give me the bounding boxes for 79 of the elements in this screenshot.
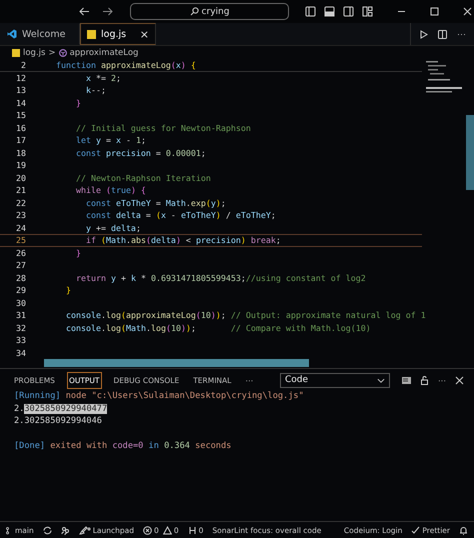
line-number: 32	[15, 322, 27, 333]
output-line: [Done] exited with code=0 in 0.364 seconds	[14, 441, 232, 451]
notifications-icon[interactable]	[459, 526, 468, 534]
output-channel-dropdown[interactable]: Code	[280, 372, 390, 388]
breadcrumb-separator: >	[48, 48, 56, 58]
close-icon[interactable]	[461, 5, 474, 18]
code-line: return y + k * 0.6931471805599453;//using constant of log2	[74, 272, 366, 283]
line-number: 33	[15, 335, 27, 346]
editor-tab[interactable]: log.js ×	[80, 23, 156, 45]
code-line: // Initial guess for Newton-Raphson	[74, 122, 251, 133]
line-number: 12	[15, 72, 27, 83]
code-line: let y = x - 1;	[74, 135, 146, 146]
line-number: 30	[15, 298, 27, 308]
search-field[interactable]: crying	[130, 3, 289, 20]
close-tab-button[interactable]: ×	[140, 28, 149, 40]
code-line: }	[74, 98, 81, 108]
breadcrumb-symbol[interactable]: approximateLog	[70, 48, 138, 58]
horizontal-scrollbar[interactable]	[44, 359, 309, 367]
line-number: 28	[15, 272, 27, 283]
more-actions-button[interactable]: ···	[455, 27, 468, 41]
line-number: 18	[15, 148, 27, 158]
line-number: 14	[15, 98, 27, 108]
line-number: 2	[20, 60, 27, 70]
js-file-icon	[12, 48, 20, 56]
line-number: 24	[15, 222, 27, 233]
code-line: // Newton-Raphson Iteration	[74, 172, 211, 183]
code-line: }	[74, 248, 81, 258]
code-line: if (Math.abs(delta) < precision) break;	[84, 235, 281, 246]
code-line: k--;	[84, 85, 106, 96]
panel-toggle-icon[interactable]	[322, 4, 337, 19]
output-line: 2.3025850929940477	[14, 404, 108, 414]
tab-label: Welcome	[22, 28, 66, 40]
line-number: 21	[15, 185, 27, 196]
line-number: 13	[15, 85, 27, 96]
warning-icon	[162, 526, 172, 534]
tab-label: log.js	[101, 28, 126, 40]
search-icon	[190, 7, 199, 16]
secondary-sidebar-icon[interactable]	[341, 4, 356, 19]
vertical-scrollbar[interactable]	[466, 115, 474, 190]
output-line: 2.302585092994046	[14, 416, 102, 426]
lock-icon[interactable]	[418, 374, 431, 386]
line-number: 17	[15, 135, 27, 146]
line-number: 15	[15, 110, 27, 120]
people-icon[interactable]	[60, 526, 70, 534]
more-actions-button[interactable]: ···	[436, 374, 448, 386]
more-tabs-button[interactable]: ···	[243, 374, 256, 386]
line-number: 20	[15, 172, 27, 183]
code-line: function approximateLog(x) {	[55, 60, 196, 70]
code-line: const precision = 0.00001;	[74, 148, 206, 158]
sidebar-toggle-icon[interactable]	[303, 4, 318, 19]
line-number: 34	[15, 348, 27, 358]
code-line: y += delta;	[84, 222, 141, 233]
line-number: 19	[15, 160, 27, 170]
code-line: }	[64, 285, 71, 296]
code-line: console.log(Math.log(10)); // Compare with Math.log(10)	[64, 322, 371, 333]
output-line: [Running] node "c:\Users\Sulaiman\Desktop\crying\log.js"	[14, 391, 304, 401]
line-number: 25	[15, 235, 27, 246]
error-icon	[143, 526, 152, 534]
close-panel-icon[interactable]	[453, 374, 466, 386]
code-line: const eToTheY = Math.exp(y);	[84, 198, 226, 208]
check-icon	[411, 526, 420, 534]
line-number: 27	[15, 260, 27, 270]
breadcrumb-file[interactable]: log.js	[23, 48, 46, 58]
line-number: 31	[15, 310, 27, 320]
js-file-icon	[87, 30, 96, 38]
line-number: 26	[15, 248, 27, 258]
line-number: 29	[15, 285, 27, 296]
layout-icon[interactable]	[360, 4, 375, 19]
code-line: x *= 2;	[84, 72, 121, 83]
sync-icon[interactable]	[42, 526, 52, 534]
line-number: 22	[15, 198, 27, 208]
line-number: 16	[15, 122, 27, 133]
code-line: console.log(approximateLog(10)); // Output: approximate natural log of 1	[64, 310, 426, 320]
vscode-logo-icon	[7, 29, 17, 39]
code-line: while (true) {	[74, 185, 146, 196]
line-number: 23	[15, 210, 27, 220]
split-editor-icon[interactable]	[436, 28, 449, 40]
code-line: const delta = (x - eToTheY) / eToTheY;	[84, 210, 276, 220]
maximize-icon[interactable]	[428, 5, 441, 18]
